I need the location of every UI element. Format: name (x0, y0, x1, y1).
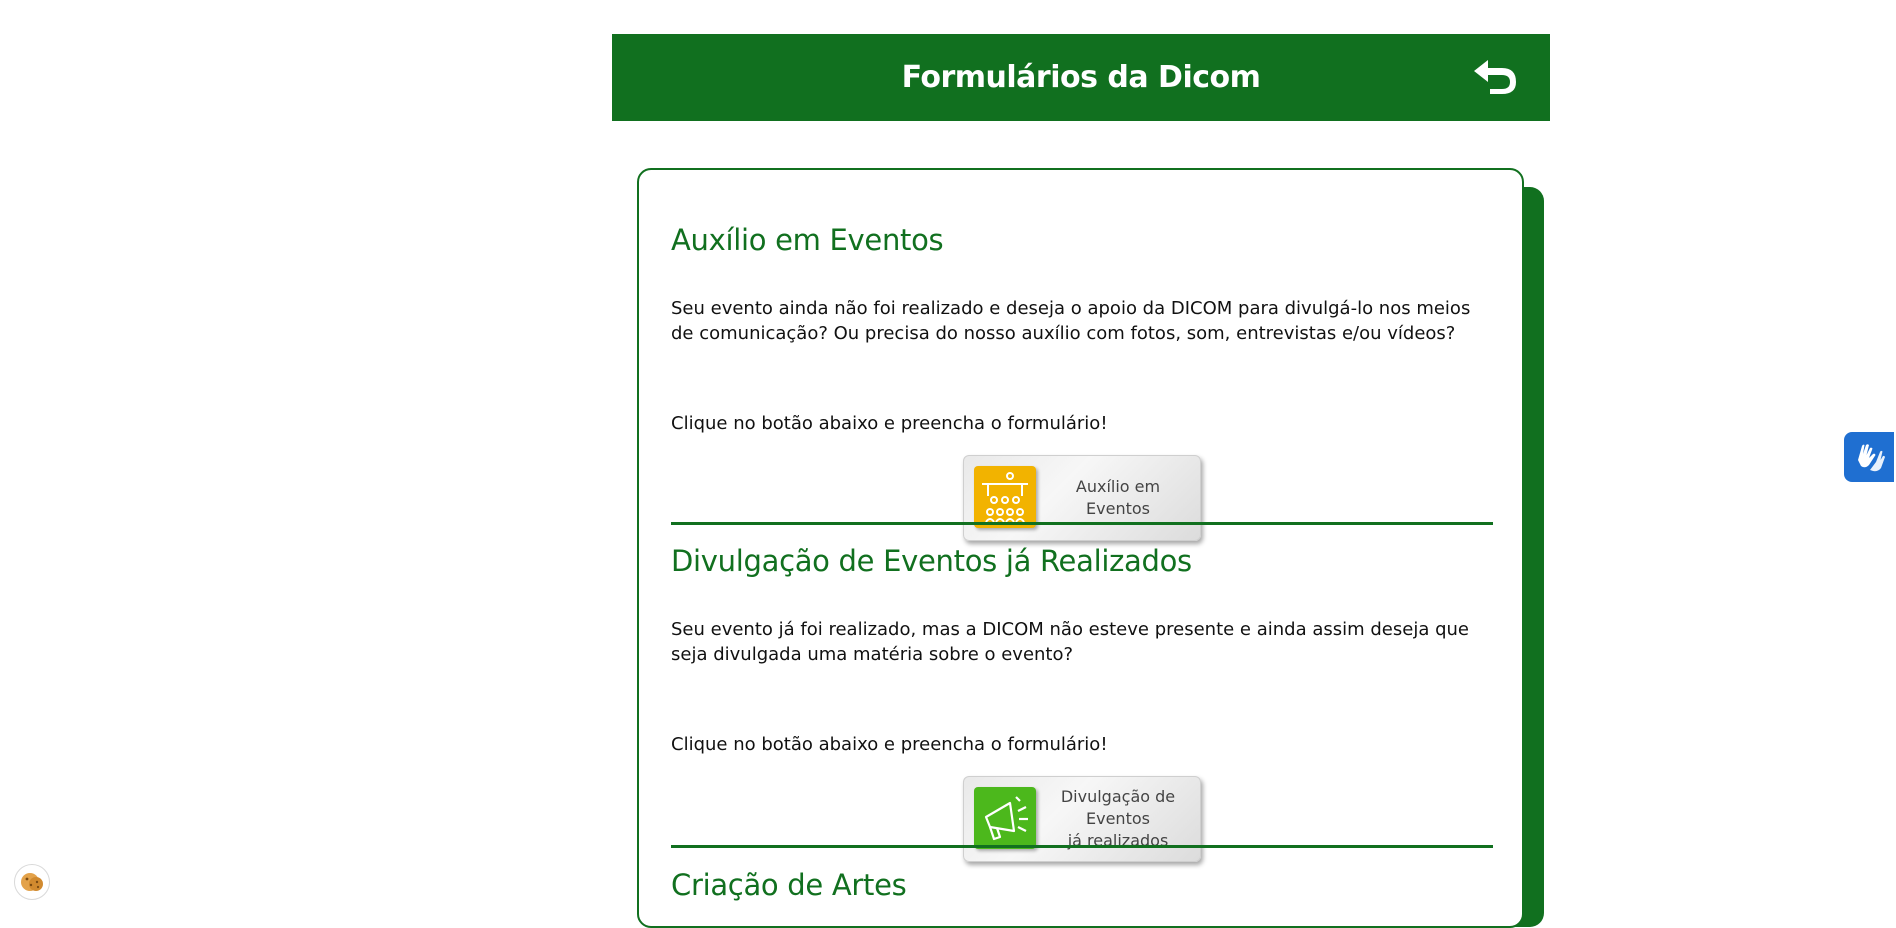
section-event-support: Auxílio em Eventos Seu evento ainda não … (671, 223, 1493, 541)
cookie-preferences-button[interactable] (14, 864, 50, 900)
button-label: Divulgação de Eventos já realizados (1060, 787, 1176, 850)
section-description: Seu evento ainda não foi realizado e des… (671, 298, 1471, 344)
page-title: Formulários da Dicom (901, 60, 1261, 95)
section-title: Auxílio em Eventos (671, 223, 944, 257)
section-past-events: Divulgação de Eventos já Realizados Seu … (671, 544, 1493, 862)
event-audience-icon (974, 466, 1036, 528)
section-description: Seu evento já foi realizado, mas a DICOM… (671, 619, 1469, 665)
section-title: Divulgação de Eventos já Realizados (671, 544, 1192, 578)
forms-card: Auxílio em Eventos Seu evento ainda não … (637, 168, 1524, 928)
cookie-icon (21, 873, 43, 891)
past-events-form-button[interactable]: Divulgação de Eventos já realizados (963, 776, 1201, 862)
section-art-creation: Criação de Artes (671, 868, 1493, 928)
megaphone-icon (974, 787, 1036, 849)
vlibras-accessibility-button[interactable] (1844, 432, 1894, 482)
section-cta: Clique no botão abaixo e preencha o form… (671, 734, 1108, 755)
back-arrow-icon (1474, 60, 1516, 94)
event-support-form-button[interactable]: Auxílio em Eventos (963, 455, 1201, 541)
page-header: Formulários da Dicom (612, 34, 1550, 121)
section-cta: Clique no botão abaixo e preencha o form… (671, 413, 1108, 434)
sign-language-hands-icon (1858, 444, 1885, 472)
button-label: Auxílio em Eventos (1075, 477, 1161, 518)
section-divider (671, 845, 1493, 848)
back-button[interactable] (1470, 56, 1520, 96)
section-title: Criação de Artes (671, 868, 907, 902)
section-divider (671, 522, 1493, 525)
